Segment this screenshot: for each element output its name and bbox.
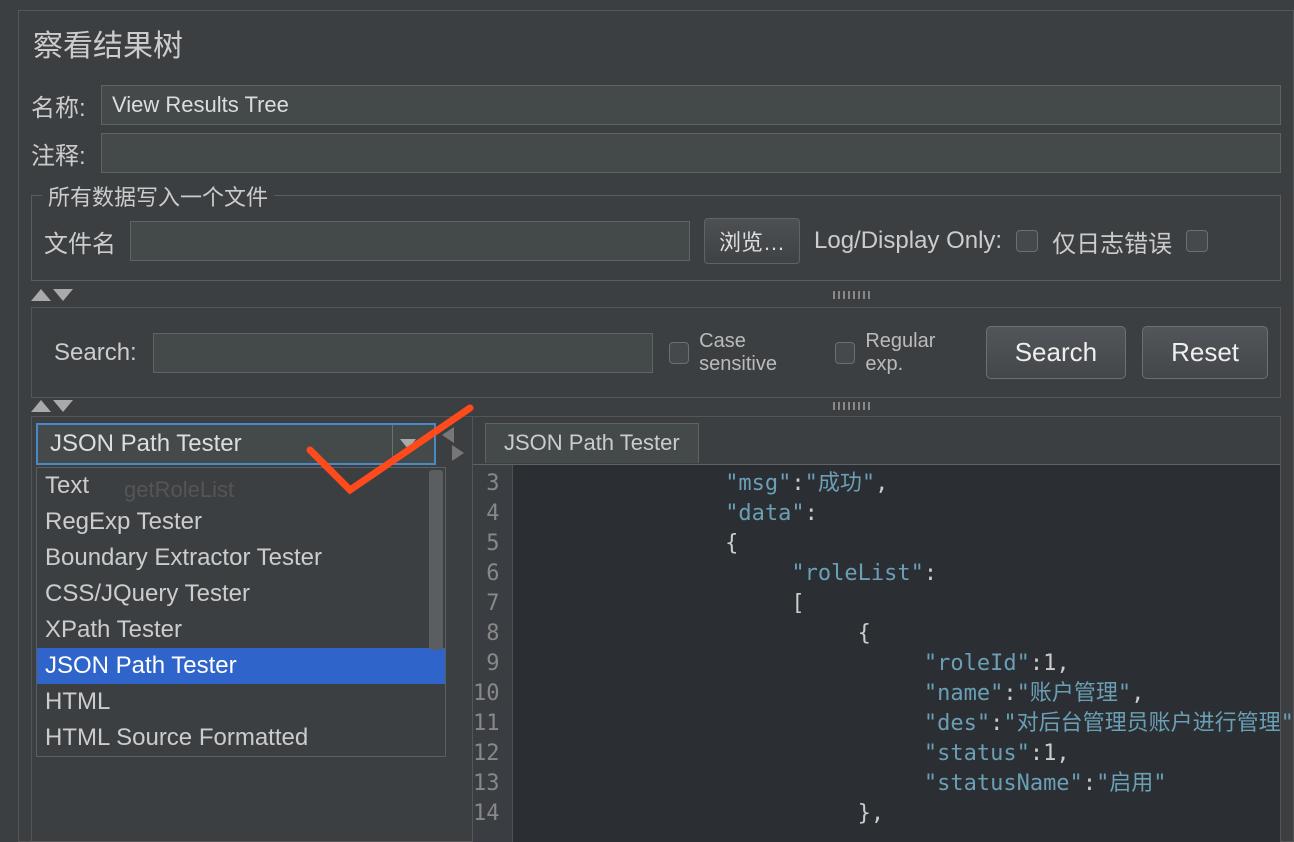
splitter-grip-icon-2[interactable] [833,402,873,410]
renderer-option[interactable]: Boundary Extractor Tester [37,540,445,576]
comment-label: 注释: [31,136,101,171]
file-output-legend: 所有数据写入一个文件 [42,180,274,212]
splitter-handle[interactable] [442,423,468,465]
name-label: 名称: [31,88,101,123]
chevron-down-icon[interactable] [392,425,422,463]
second-checkbox[interactable] [1186,230,1208,252]
case-sensitive-label: Case sensitive [699,330,819,376]
renderer-option[interactable]: RegExp Tester [37,504,445,540]
expand-down-icon-2[interactable] [53,400,73,412]
file-output-group: 所有数据写入一个文件 文件名 浏览… Log/Display Only: 仅日志… [31,195,1281,281]
search-button[interactable]: Search [986,326,1126,379]
renderer-option[interactable]: XPath Tester [37,612,445,648]
browse-button[interactable]: 浏览… [704,218,800,264]
renderer-combo-text: JSON Path Tester [50,430,242,458]
renderer-option[interactable]: HTML [37,684,445,720]
comment-input[interactable] [101,133,1281,173]
reset-button[interactable]: Reset [1142,326,1268,379]
search-label: Search: [54,339,137,367]
filename-label: 文件名 [44,224,116,259]
tab-json-path-tester[interactable]: JSON Path Tester [485,423,699,463]
search-input[interactable] [153,333,653,373]
scrollbar-thumb[interactable] [429,470,443,650]
renderer-combo[interactable]: JSON Path Tester [36,423,436,465]
renderer-dropdown[interactable]: TextRegExp TesterBoundary Extractor Test… [36,467,446,757]
renderer-option[interactable]: HTML Source Formatted [37,720,445,756]
renderer-option[interactable]: JSON Path Tester [37,648,445,684]
expand-up-icon[interactable] [31,289,51,301]
only-errors-label: 仅日志错误 [1052,224,1172,259]
code-viewer[interactable]: 34567891011121314 "msg":"成功", "data": { … [473,464,1280,842]
renderer-option[interactable]: CSS/JQuery Tester [37,576,445,612]
behind-list-text: getRoleList [124,477,234,503]
name-input[interactable] [101,85,1281,125]
panel-title: 察看结果树 [19,11,1293,81]
logdisplay-label: Log/Display Only: [814,227,1002,255]
only-errors-checkbox[interactable] [1016,230,1038,252]
expand-up-icon-2[interactable] [31,400,51,412]
expand-down-icon[interactable] [53,289,73,301]
regex-label: Regular exp. [865,330,969,376]
filename-input[interactable] [130,221,690,261]
renderer-option[interactable]: Text [37,468,445,504]
splitter-grip-icon[interactable] [833,291,873,299]
regex-checkbox[interactable] [835,342,855,364]
case-sensitive-checkbox[interactable] [669,342,689,364]
